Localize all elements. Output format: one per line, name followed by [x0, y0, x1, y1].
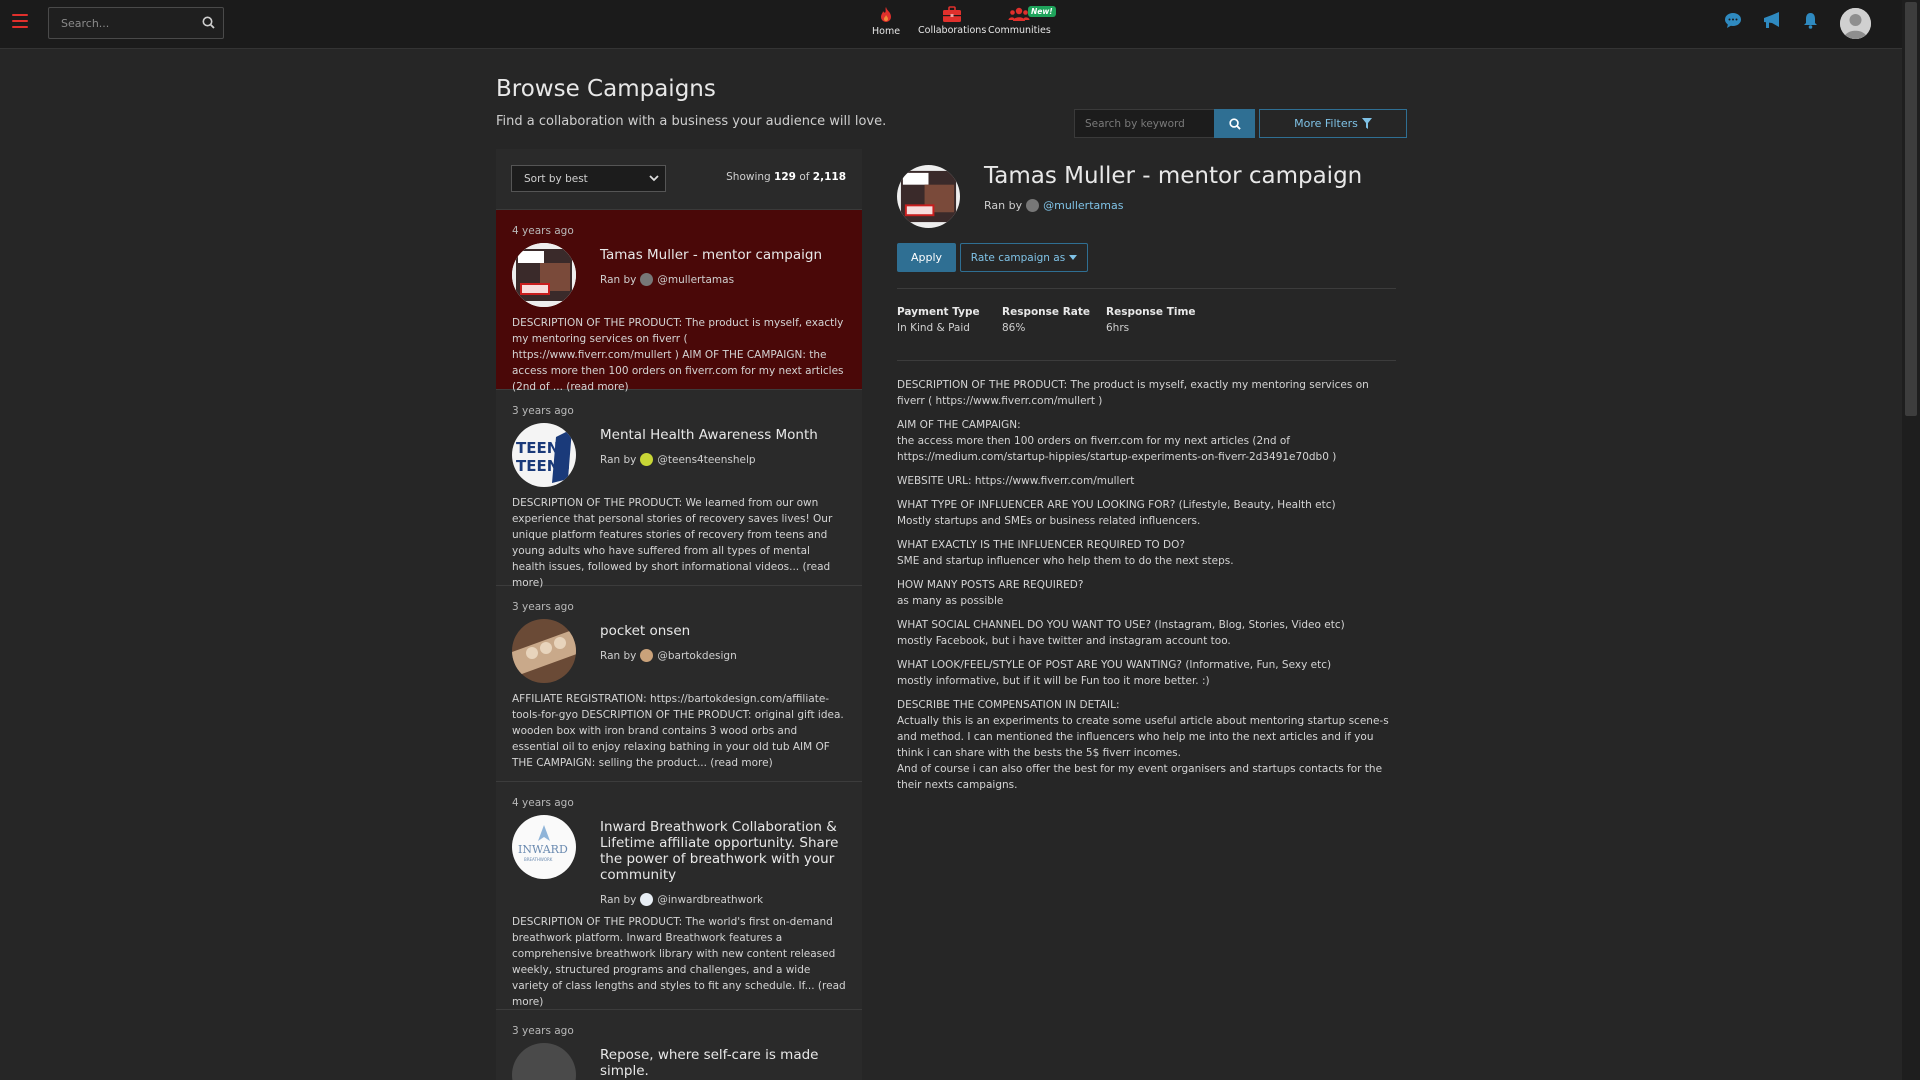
campaign-thumbnail: REPOSE: [512, 1043, 576, 1080]
campaign-list: Sort by best Showing 129 of 2,118 4 year…: [496, 149, 862, 1080]
campaign-item[interactable]: 3 years ago TEENS TEENS Mental Health Awa…: [496, 390, 862, 589]
stat-response-rate: Response Rate 86%: [1002, 306, 1090, 334]
divider: [897, 360, 1396, 361]
campaign-thumbnail: TEENS TEENS: [512, 423, 576, 487]
nav-communities[interactable]: Communities New!: [988, 6, 1056, 36]
svg-text:BREATHWORK: BREATHWORK: [524, 857, 553, 862]
campaign-description: AFFILIATE REGISTRATION: https://bartokde…: [512, 693, 844, 769]
campaign-title[interactable]: Inward Breathwork Collaboration & Lifeti…: [600, 819, 846, 883]
filter-icon: [1361, 118, 1372, 129]
detail-owner: Ran by @mullertamas: [984, 199, 1124, 212]
campaign-age: 3 years ago: [512, 1025, 574, 1037]
page-subtitle: Find a collaboration with a business you…: [496, 114, 887, 129]
briefcase-icon: [943, 6, 962, 22]
owner-avatar: [640, 649, 654, 662]
campaign-description: DESCRIPTION OF THE PRODUCT: The world's …: [512, 916, 846, 1008]
detail-title: Tamas Muller - mentor campaign: [984, 163, 1363, 189]
result-count: Showing 129 of 2,118: [726, 171, 846, 183]
campaign-thumbnail: [512, 619, 576, 683]
page-title: Browse Campaigns: [496, 76, 716, 102]
svg-text:INWARD: INWARD: [518, 843, 568, 856]
campaign-item[interactable]: 4 years ago Tamas Muller - mentor campai…: [496, 210, 862, 393]
global-search: [48, 7, 224, 39]
megaphone-icon[interactable]: [1762, 12, 1782, 32]
page-scrollbar[interactable]: [1902, 0, 1920, 1080]
apply-button[interactable]: Apply: [897, 243, 956, 272]
rate-campaign-dropdown[interactable]: Rate campaign as: [960, 243, 1088, 272]
owner-handle[interactable]: @mullertamas: [657, 274, 734, 286]
campaign-title[interactable]: Repose, where self-care is made simple.: [600, 1047, 846, 1079]
bell-icon[interactable]: [1803, 12, 1818, 32]
campaign-brief: DESCRIPTION OF THE PRODUCT: The product …: [897, 377, 1397, 801]
sort-select-value: Sort by best: [524, 172, 588, 185]
brief-paragraph: WEBSITE URL: https://www.fiverr.com/mull…: [897, 475, 1135, 487]
flame-icon: [881, 7, 892, 22]
brief-paragraph: DESCRIPTION OF THE PRODUCT: The product …: [897, 379, 1369, 407]
scrollbar-thumb[interactable]: [1905, 2, 1917, 416]
campaign-thumbnail: [512, 243, 576, 307]
nav-home[interactable]: Home: [872, 6, 900, 37]
nav-communities-label: Communities: [988, 25, 1051, 36]
top-navbar: Home Collaborations Communities New!: [0, 0, 1902, 49]
brief-paragraph: WHAT LOOK/FEEL/STYLE OF POST ARE YOU WAN…: [897, 659, 1332, 687]
stat-response-time: Response Time 6hrs: [1106, 306, 1196, 334]
menu-icon[interactable]: [12, 14, 28, 28]
campaign-avatar: [897, 165, 960, 228]
global-search-input[interactable]: [49, 8, 189, 38]
new-badge: New!: [1028, 6, 1056, 17]
campaign-owner: Ran by @bartokdesign: [600, 649, 737, 662]
campaign-title[interactable]: Mental Health Awareness Month: [600, 427, 818, 443]
owner-handle-link[interactable]: @mullertamas: [1043, 199, 1123, 212]
campaign-owner: Ran by @inwardbreathwork: [600, 893, 764, 906]
keyword-search-input[interactable]: [1074, 109, 1214, 138]
owner-handle[interactable]: @teens4teenshelp: [657, 454, 755, 466]
campaign-age: 3 years ago: [512, 405, 574, 417]
owner-avatar: [640, 273, 654, 286]
campaign-item[interactable]: 3 years ago pocket onsen Ran by @bartokd…: [496, 586, 862, 782]
owner-avatar: [640, 453, 654, 466]
owner-avatar: [640, 893, 654, 906]
campaign-item[interactable]: 4 years ago INWARD BREATHWORK Inward Brea…: [496, 782, 862, 1010]
campaign-age: 4 years ago: [512, 797, 574, 809]
search-icon[interactable]: [202, 16, 215, 32]
campaign-detail: Tamas Muller - mentor campaign Ran by @m…: [863, 149, 1407, 1080]
campaign-owner: Ran by @mullertamas: [600, 273, 735, 286]
user-avatar[interactable]: [1840, 8, 1871, 39]
chevron-down-icon: [649, 175, 659, 182]
brief-paragraph: WHAT EXACTLY IS THE INFLUENCER REQUIRED …: [897, 539, 1234, 567]
brief-paragraph: WHAT TYPE OF INFLUENCER ARE YOU LOOKING …: [897, 499, 1336, 527]
owner-handle[interactable]: @bartokdesign: [657, 650, 736, 662]
keyword-search-button[interactable]: [1214, 109, 1255, 138]
campaign-owner: Ran by @teens4teenshelp: [600, 453, 756, 466]
campaign-age: 4 years ago: [512, 225, 574, 237]
caret-down-icon: [1069, 254, 1078, 260]
list-header: Sort by best Showing 129 of 2,118: [496, 149, 862, 210]
sort-select[interactable]: Sort by best: [511, 165, 666, 192]
brief-paragraph: AIM OF THE CAMPAIGN: the access more the…: [897, 419, 1337, 463]
brief-paragraph: DESCRIBE THE COMPENSATION IN DETAIL: Act…: [897, 699, 1389, 791]
owner-handle[interactable]: @inwardbreathwork: [657, 894, 763, 906]
campaign-title[interactable]: Tamas Muller - mentor campaign: [600, 247, 822, 263]
divider: [897, 288, 1396, 289]
campaign-age: 3 years ago: [512, 601, 574, 613]
campaign-title[interactable]: pocket onsen: [600, 623, 737, 639]
brief-paragraph: HOW MANY POSTS ARE REQUIRED? as many as …: [897, 579, 1084, 607]
stat-payment-type: Payment Type In Kind & Paid: [897, 306, 980, 334]
chat-icon[interactable]: [1724, 12, 1742, 32]
more-filters-button[interactable]: More Filters: [1259, 109, 1407, 138]
nav-home-label: Home: [872, 26, 901, 37]
campaign-item[interactable]: 3 years ago REPOSE Repose, where self-ca…: [496, 1010, 862, 1080]
nav-collaborations[interactable]: Collaborations: [918, 6, 986, 36]
campaign-thumbnail: INWARD BREATHWORK: [512, 815, 576, 879]
owner-avatar: [1026, 199, 1040, 212]
nav-collaborations-label: Collaborations: [918, 25, 987, 36]
search-icon: [1228, 117, 1241, 130]
more-filters-label: More Filters: [1294, 117, 1358, 130]
rate-campaign-label: Rate campaign as: [970, 251, 1066, 264]
brief-paragraph: WHAT SOCIAL CHANNEL DO YOU WANT TO USE? …: [897, 619, 1345, 647]
